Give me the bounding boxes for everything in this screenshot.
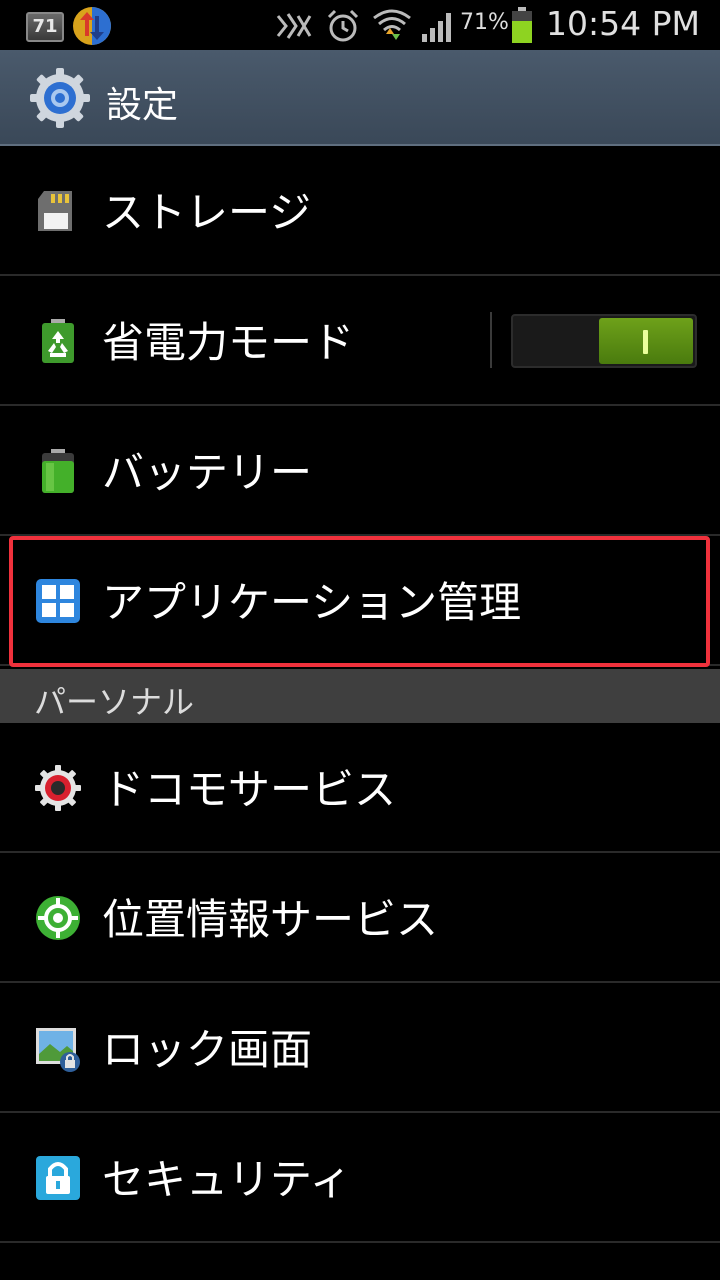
toggle-divider [490,312,492,368]
battery-icon [42,449,74,493]
status-bar: 71 71% 10:54 PM [0,0,720,50]
eco-battery-icon [42,319,74,363]
list-item-docomo-services[interactable]: ドコモサービス [0,723,720,853]
list-item-app-manager[interactable]: アプリケーション管理 [0,536,720,666]
page-title: 設定 [106,85,179,126]
toggle-on-knob [599,318,693,364]
power-saving-toggle[interactable] [511,314,697,368]
app-manager-label: アプリケーション管理 [102,578,522,627]
section-header-personal: パーソナル [0,669,720,723]
storage-label: ストレージ [102,188,312,237]
wifi-icon [373,9,411,40]
security-label: セキュリティ [102,1155,352,1204]
list-item-location-services[interactable]: 位置情報サービス [0,853,720,983]
lock-screen-label: ロック画面 [102,1025,313,1074]
location-services-label: 位置情報サービス [102,895,439,944]
docomo-services-label: ドコモサービス [102,765,397,814]
padlock-icon [36,1156,80,1200]
signal-icon [422,13,451,42]
battery-icon [512,7,532,43]
nfc-icon [276,13,312,39]
settings-gear-icon [30,68,90,128]
list-item-storage[interactable]: ストレージ [0,146,720,276]
location-target-icon [36,896,80,940]
sync-app-icon [73,7,111,45]
app-grid-icon [36,579,80,623]
list-item-power-saving[interactable]: 省電力モード [0,276,720,406]
battery-percentage: 71% [460,10,509,35]
docomo-gear-icon [35,765,81,811]
clock: 10:54 PM [546,4,700,43]
toggle-on-indicator [643,330,648,354]
battery-label: バッテリー [102,448,313,497]
sd-card-icon [38,191,72,231]
action-bar: 設定 [0,50,720,146]
notification-count-badge: 71 [26,12,64,42]
list-item-security[interactable]: セキュリティ [0,1113,720,1243]
power-saving-label: 省電力モード [102,318,355,367]
section-title: パーソナル [34,683,195,721]
list-item-battery[interactable]: バッテリー [0,406,720,536]
lock-screen-icon [36,1028,80,1072]
alarm-icon [327,9,359,42]
list-item-lock-screen[interactable]: ロック画面 [0,983,720,1113]
